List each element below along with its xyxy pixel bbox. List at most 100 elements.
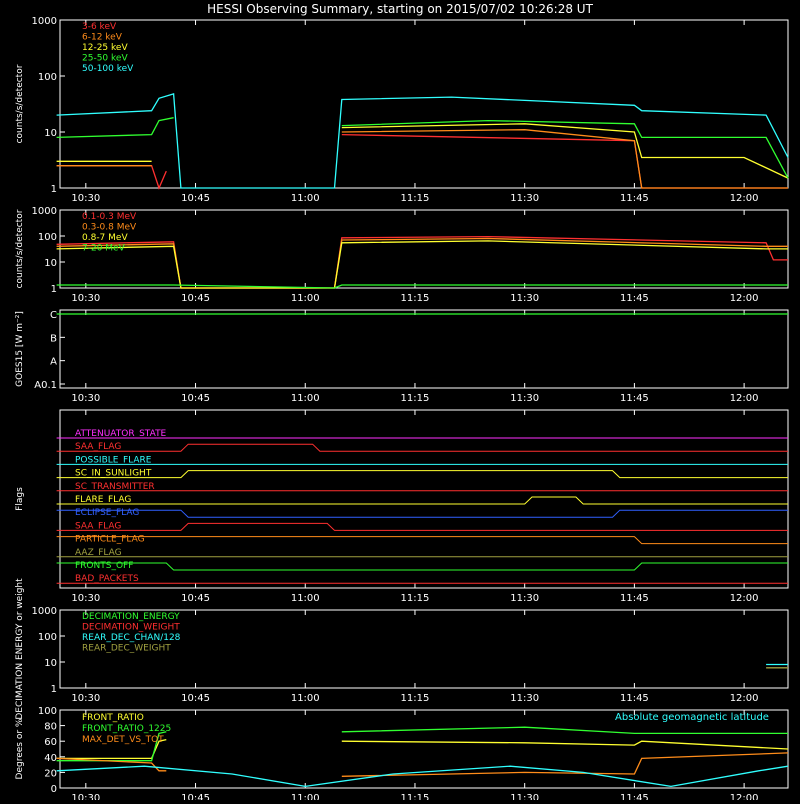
x-tick-label: 10:30 bbox=[71, 693, 100, 704]
y-axis-label: Flags bbox=[15, 487, 25, 511]
legend-label: 0.3-0.8 MeV bbox=[82, 223, 137, 233]
x-tick-label: 10:30 bbox=[71, 293, 100, 304]
legend-label: DECIMATION_ENERGY bbox=[82, 612, 180, 622]
flag-label: SAA_FLAG bbox=[75, 521, 121, 531]
x-tick-label: 10:45 bbox=[181, 593, 210, 604]
y-tick-label: C bbox=[50, 310, 57, 321]
x-tick-label: 10:45 bbox=[181, 393, 210, 404]
x-tick-label: 11:30 bbox=[510, 193, 539, 204]
flag-label: SC_IN_SUNLIGHT bbox=[75, 469, 152, 479]
legend-label: 0.1-0.3 MeV bbox=[82, 212, 137, 222]
y-tick-label: 0 bbox=[51, 784, 57, 795]
y-tick-label: 10 bbox=[44, 128, 57, 139]
x-tick-label: 11:30 bbox=[510, 593, 539, 604]
legend-label: MAX_DET_VS_TOT bbox=[82, 735, 164, 745]
x-tick-label: 11:45 bbox=[620, 793, 649, 800]
x-tick-label: 12:00 bbox=[730, 393, 759, 404]
legend-label: 12-25 keV bbox=[82, 43, 128, 53]
x-tick-label: 11:00 bbox=[291, 293, 320, 304]
y-tick-label: A bbox=[50, 357, 57, 368]
legend-label: 7-20 MeV bbox=[82, 244, 126, 254]
flag-label: BAD_PACKETS bbox=[75, 574, 139, 584]
x-tick-label: 12:00 bbox=[730, 793, 759, 800]
x-tick-label: 11:15 bbox=[401, 293, 430, 304]
legend-label: Absolute geomagnetic latitude bbox=[615, 712, 769, 723]
y-tick-label: 10 bbox=[44, 258, 57, 269]
x-tick-label: 11:45 bbox=[620, 293, 649, 304]
legend-label: REAR_DEC_WEIGHT bbox=[82, 644, 171, 654]
flag-label: ECLIPSE_FLAG bbox=[75, 508, 139, 518]
y-axis-label: Degrees or % bbox=[15, 718, 25, 779]
x-tick-label: 11:30 bbox=[510, 693, 539, 704]
x-tick-label: 11:45 bbox=[620, 393, 649, 404]
flag-label: AAZ_FLAG bbox=[75, 548, 122, 558]
flag-label: FLARE_FLAG bbox=[75, 495, 131, 505]
legend-label: FRONT_RATIO_1225 bbox=[82, 724, 171, 734]
y-axis-label: counts/s/detector bbox=[15, 209, 25, 288]
x-tick-label: 11:15 bbox=[401, 793, 430, 800]
legend-label: 6-12 keV bbox=[82, 33, 123, 43]
y-tick-label: 100 bbox=[38, 232, 57, 243]
x-tick-label: 11:00 bbox=[291, 593, 320, 604]
y-axis-label: DECIMATION ENERGY or weight bbox=[15, 578, 25, 720]
legend-label: 50-100 keV bbox=[82, 64, 134, 74]
x-tick-label: 10:45 bbox=[181, 193, 210, 204]
x-tick-label: 10:30 bbox=[71, 793, 100, 800]
flag-label: SAA_FLAG bbox=[75, 442, 121, 452]
x-tick-label: 11:00 bbox=[291, 793, 320, 800]
x-tick-label: 11:15 bbox=[401, 193, 430, 204]
y-tick-label: 1 bbox=[51, 184, 57, 195]
flag-label: PARTICLE_FLAG bbox=[75, 535, 145, 545]
y-tick-label: 60 bbox=[44, 737, 57, 748]
flag-label: ATTENUATOR_STATE bbox=[75, 429, 167, 439]
x-tick-label: 12:00 bbox=[730, 193, 759, 204]
y-tick-label: 1 bbox=[51, 684, 57, 695]
x-tick-label: 11:00 bbox=[291, 193, 320, 204]
legend-label: 0.8-7 MeV bbox=[82, 233, 128, 243]
y-tick-label: 20 bbox=[44, 768, 57, 779]
x-tick-label: 10:45 bbox=[181, 793, 210, 800]
x-tick-label: 11:30 bbox=[510, 793, 539, 800]
y-tick-label: A0.1 bbox=[34, 380, 57, 391]
x-tick-label: 10:30 bbox=[71, 193, 100, 204]
y-axis-label: GOES15 [W m⁻²] bbox=[15, 311, 25, 387]
x-tick-label: 11:15 bbox=[401, 693, 430, 704]
legend-label: REAR_DEC_CHAN/128 bbox=[82, 633, 181, 643]
legend-label: 3-6 keV bbox=[82, 22, 117, 32]
x-tick-label: 12:00 bbox=[730, 293, 759, 304]
x-tick-label: 11:45 bbox=[620, 193, 649, 204]
x-tick-label: 11:30 bbox=[510, 293, 539, 304]
x-tick-label: 12:00 bbox=[730, 693, 759, 704]
y-tick-label: 100 bbox=[38, 632, 57, 643]
x-tick-label: 10:30 bbox=[71, 393, 100, 404]
x-tick-label: 10:30 bbox=[71, 593, 100, 604]
y-tick-label: 10 bbox=[44, 658, 57, 669]
x-tick-label: 11:15 bbox=[401, 593, 430, 604]
hessi-summary-chart: HESSI Observing Summary, starting on 201… bbox=[0, 0, 800, 804]
x-tick-label: 11:00 bbox=[291, 393, 320, 404]
y-tick-label: 40 bbox=[44, 753, 57, 764]
x-tick-label: 11:45 bbox=[620, 693, 649, 704]
x-tick-label: 11:30 bbox=[510, 393, 539, 404]
y-tick-label: 100 bbox=[38, 706, 57, 717]
y-tick-label: B bbox=[50, 333, 57, 344]
y-tick-label: 80 bbox=[44, 722, 57, 733]
x-tick-label: 11:45 bbox=[620, 593, 649, 604]
flag-label: FRONTS_OFF bbox=[75, 561, 133, 571]
flag-label: SC_TRANSMITTER bbox=[75, 482, 155, 492]
chart-title: HESSI Observing Summary, starting on 201… bbox=[207, 2, 593, 16]
y-tick-label: 1000 bbox=[32, 606, 57, 617]
legend-label: DECIMATION_WEIGHT bbox=[82, 623, 180, 633]
x-tick-label: 10:45 bbox=[181, 693, 210, 704]
legend-label: FRONT_RATIO bbox=[82, 713, 144, 723]
x-tick-label: 10:45 bbox=[181, 293, 210, 304]
y-axis-label: counts/s/detector bbox=[15, 64, 25, 143]
y-tick-label: 1000 bbox=[32, 16, 57, 27]
x-tick-label: 12:00 bbox=[730, 593, 759, 604]
x-tick-label: 11:15 bbox=[401, 393, 430, 404]
y-tick-label: 1 bbox=[51, 284, 57, 295]
legend-label: 25-50 keV bbox=[82, 54, 128, 64]
flag-label: POSSIBLE_FLARE bbox=[75, 455, 152, 465]
y-tick-label: 100 bbox=[38, 72, 57, 83]
y-tick-label: 1000 bbox=[32, 206, 57, 217]
